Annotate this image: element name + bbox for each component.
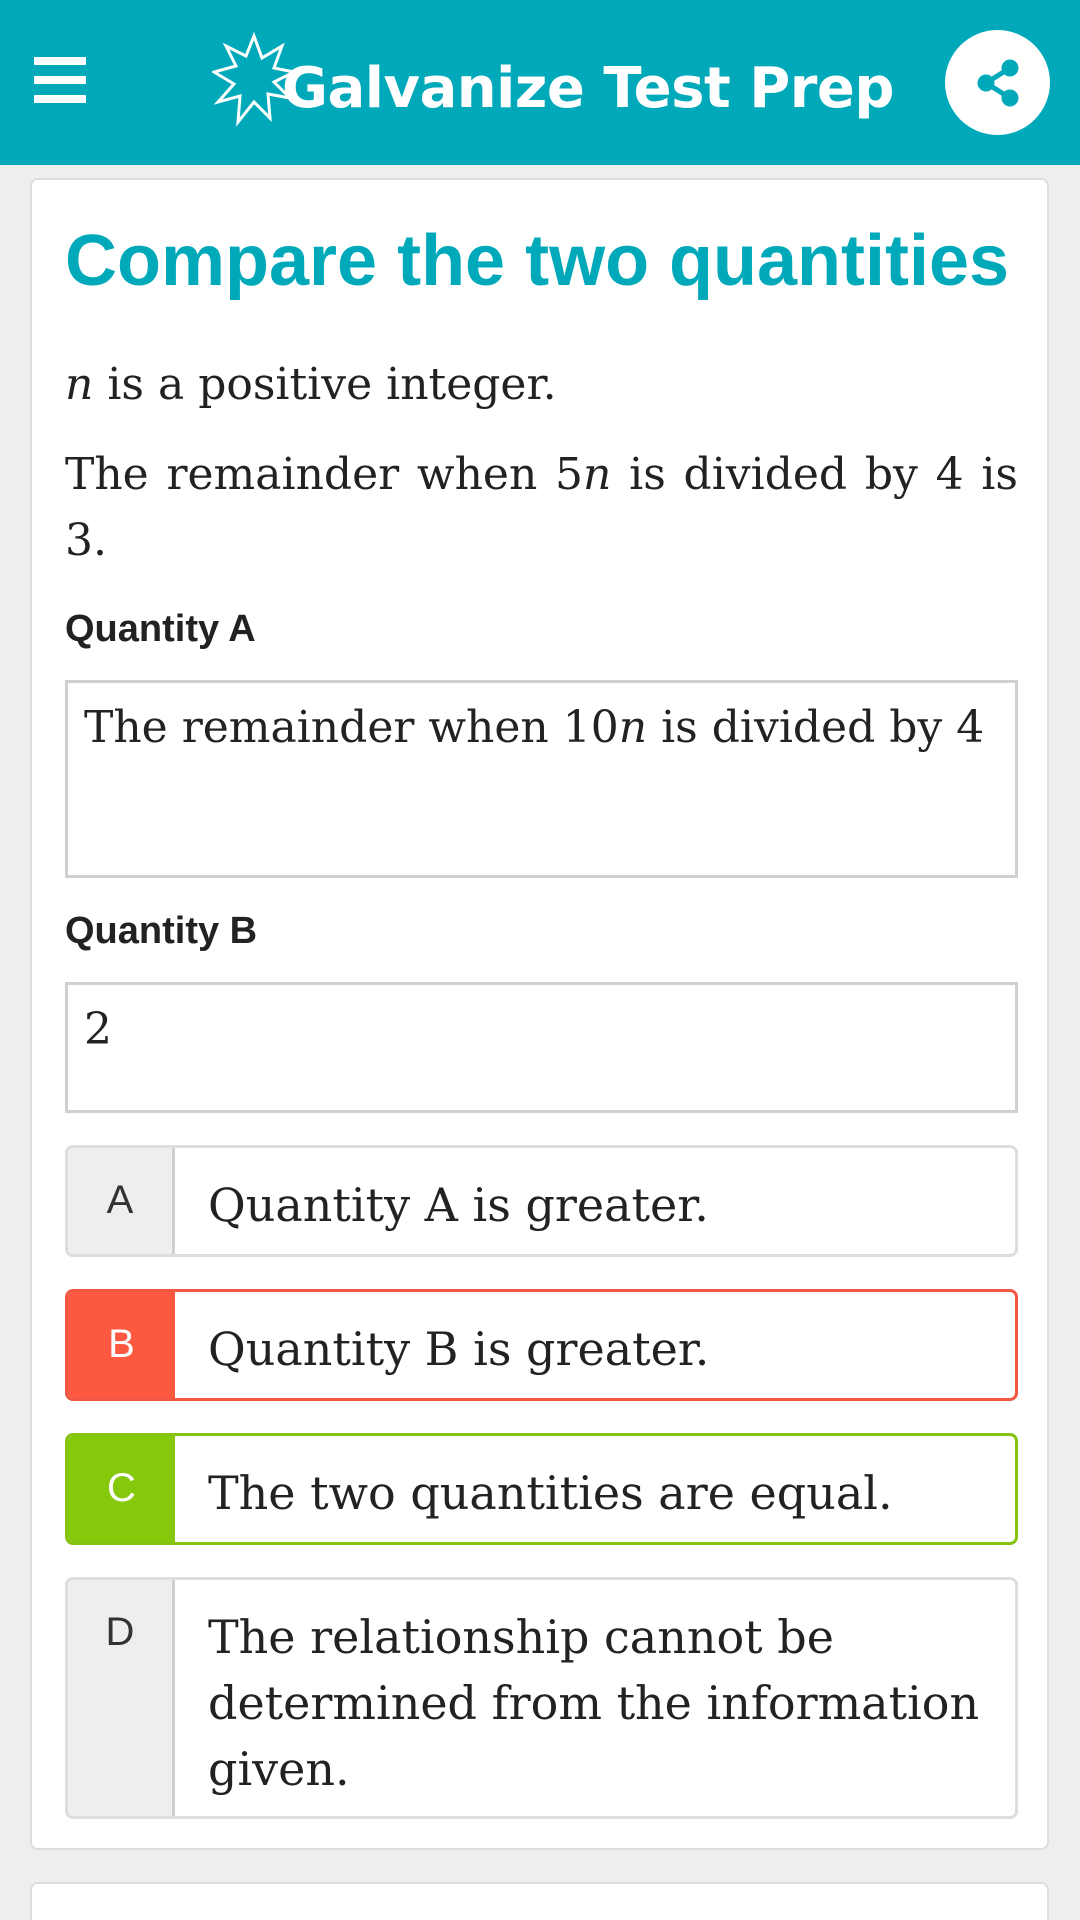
option-text: The relationship cannot be determined fr… (208, 1610, 980, 1796)
option-letter: C (68, 1436, 175, 1542)
question-card: Compare the two quantities n is a positi… (30, 178, 1049, 1850)
quantity-b-label: Quantity B (65, 910, 258, 952)
menu-button[interactable] (22, 42, 98, 118)
option-letter: B (68, 1292, 175, 1398)
quantity-a-label: Quantity A (65, 608, 256, 650)
option-text: Quantity B is greater. (208, 1322, 710, 1376)
answer-option-a[interactable]: A Quantity A is greater. (65, 1145, 1018, 1257)
question-heading: Compare the two quantities (65, 221, 1010, 301)
app-title: Galvanize Test Prep (212, 22, 894, 142)
hamburger-menu-icon (34, 57, 86, 65)
quantity-b-box: 2 (65, 982, 1018, 1113)
app-bar: Galvanize Test Prep (0, 0, 1080, 165)
next-card (30, 1882, 1049, 1920)
share-button[interactable] (945, 30, 1050, 135)
answer-option-b[interactable]: B Quantity B is greater. (65, 1289, 1018, 1401)
question-stem-line2: The remainder when 5n is divided by 4 is… (65, 449, 1018, 566)
answer-option-c[interactable]: C The two quantities are equal. (65, 1433, 1018, 1545)
share-icon (977, 59, 1018, 106)
answer-option-d[interactable]: D The relationship cannot be determined … (65, 1577, 1018, 1819)
option-text: The two quantities are equal. (208, 1466, 893, 1520)
option-letter: D (68, 1580, 175, 1816)
option-letter: A (68, 1148, 175, 1254)
question-stem-line1: n is a positive integer. (65, 359, 557, 410)
variable-n: n (65, 359, 94, 410)
quantity-a-box: The remainder when 10n is divided by 4 (65, 680, 1018, 878)
option-text: Quantity A is greater. (208, 1178, 709, 1232)
app-title-text: Galvanize Test Prep (282, 55, 894, 121)
